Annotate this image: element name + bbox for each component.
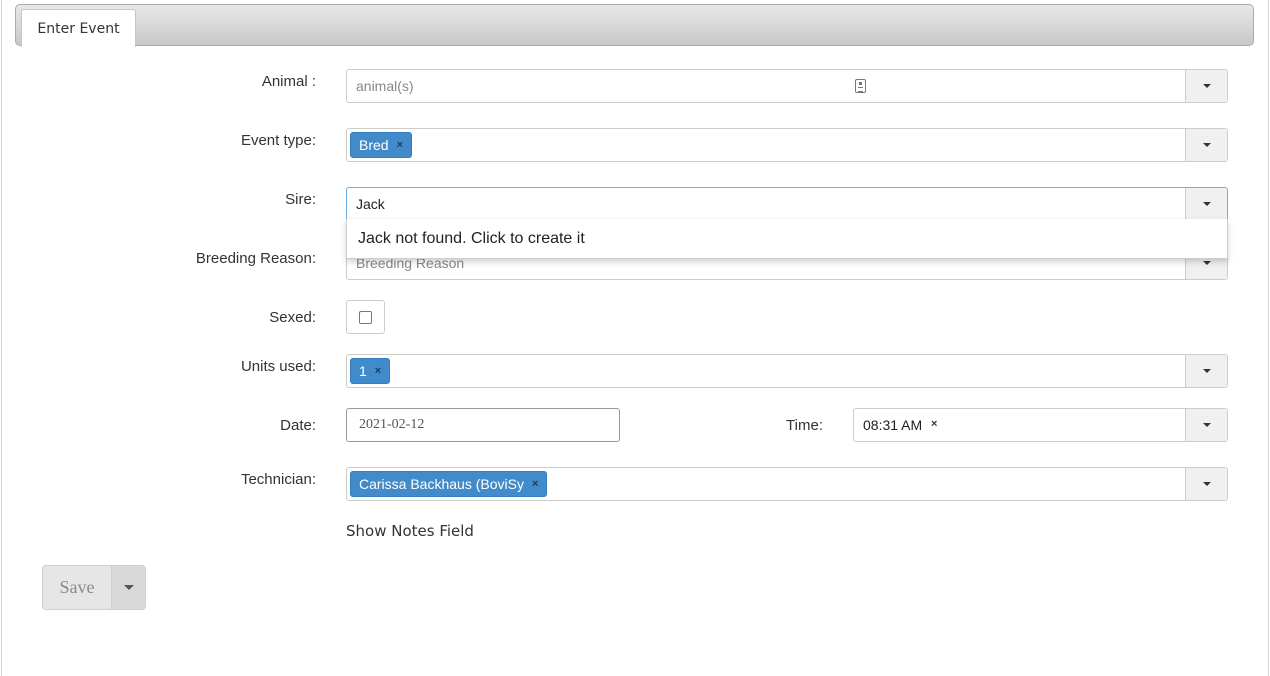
caret-down-icon xyxy=(1202,84,1211,88)
save-button[interactable]: Save xyxy=(43,566,111,609)
sire-select[interactable]: Jack xyxy=(346,187,1228,221)
time-label: Time: xyxy=(786,417,823,434)
show-notes-link[interactable]: Show Notes Field xyxy=(346,522,474,540)
chip-remove-icon[interactable]: × xyxy=(375,365,381,377)
animal-label: Animal : xyxy=(261,73,316,90)
sire-dropdown-button[interactable] xyxy=(1185,188,1227,220)
caret-down-icon xyxy=(1202,143,1211,147)
time-value: 08:31 AM xyxy=(863,417,923,433)
time-dropdown-button[interactable] xyxy=(1185,409,1227,441)
animal-placeholder: animal(s) xyxy=(356,78,414,94)
units-used-select[interactable]: 1 × xyxy=(346,354,1228,388)
technician-dropdown-button[interactable] xyxy=(1185,468,1227,500)
date-label: Date: xyxy=(280,417,316,434)
event-type-dropdown-button[interactable] xyxy=(1185,129,1227,161)
caret-down-icon xyxy=(1202,482,1211,486)
tab-bar: Enter Event xyxy=(15,4,1254,47)
units-used-chip: 1 × xyxy=(350,358,391,384)
technician-chip: Carissa Backhaus (BoviSy × xyxy=(350,471,548,497)
tab-enter-event[interactable]: Enter Event xyxy=(21,9,136,47)
sire-label: Sire: xyxy=(285,191,316,208)
caret-down-icon xyxy=(1202,261,1211,265)
units-used-dropdown-button[interactable] xyxy=(1185,355,1227,387)
breeding-reason-label: Breeding Reason: xyxy=(195,250,316,267)
caret-down-icon xyxy=(1202,202,1211,206)
time-select[interactable]: 08:31 AM × xyxy=(853,408,1228,442)
barcode-scan-icon[interactable] xyxy=(855,79,866,93)
sire-create-option[interactable]: Jack not found. Click to create it xyxy=(346,219,1228,259)
chip-remove-icon[interactable]: × xyxy=(532,478,538,490)
animal-select[interactable]: animal(s) xyxy=(346,69,1228,103)
event-type-select[interactable]: Bred × xyxy=(346,128,1228,162)
chip-label: 1 xyxy=(359,363,367,379)
chip-label: Carissa Backhaus (BoviSy xyxy=(359,476,524,492)
chip-label: Bred xyxy=(359,137,389,153)
chip-remove-icon[interactable]: × xyxy=(397,139,403,151)
sexed-checkbox-wrap xyxy=(346,300,385,334)
technician-select[interactable]: Carissa Backhaus (BoviSy × xyxy=(346,467,1228,501)
event-type-label: Event type: xyxy=(240,132,316,149)
save-options-toggle[interactable] xyxy=(111,566,145,609)
save-button-group: Save xyxy=(42,565,146,610)
caret-down-icon xyxy=(1202,369,1211,373)
sexed-label: Sexed: xyxy=(269,309,316,326)
caret-down-icon xyxy=(1202,423,1211,427)
caret-down-icon xyxy=(123,585,134,590)
sexed-checkbox[interactable] xyxy=(359,310,372,324)
sire-input-text[interactable]: Jack xyxy=(356,196,385,212)
units-used-label: Units used: xyxy=(240,358,316,375)
time-clear-icon[interactable]: × xyxy=(931,418,937,430)
animal-dropdown-button[interactable] xyxy=(1185,70,1227,102)
technician-label: Technician: xyxy=(240,471,316,488)
event-type-chip: Bred × xyxy=(350,132,413,158)
